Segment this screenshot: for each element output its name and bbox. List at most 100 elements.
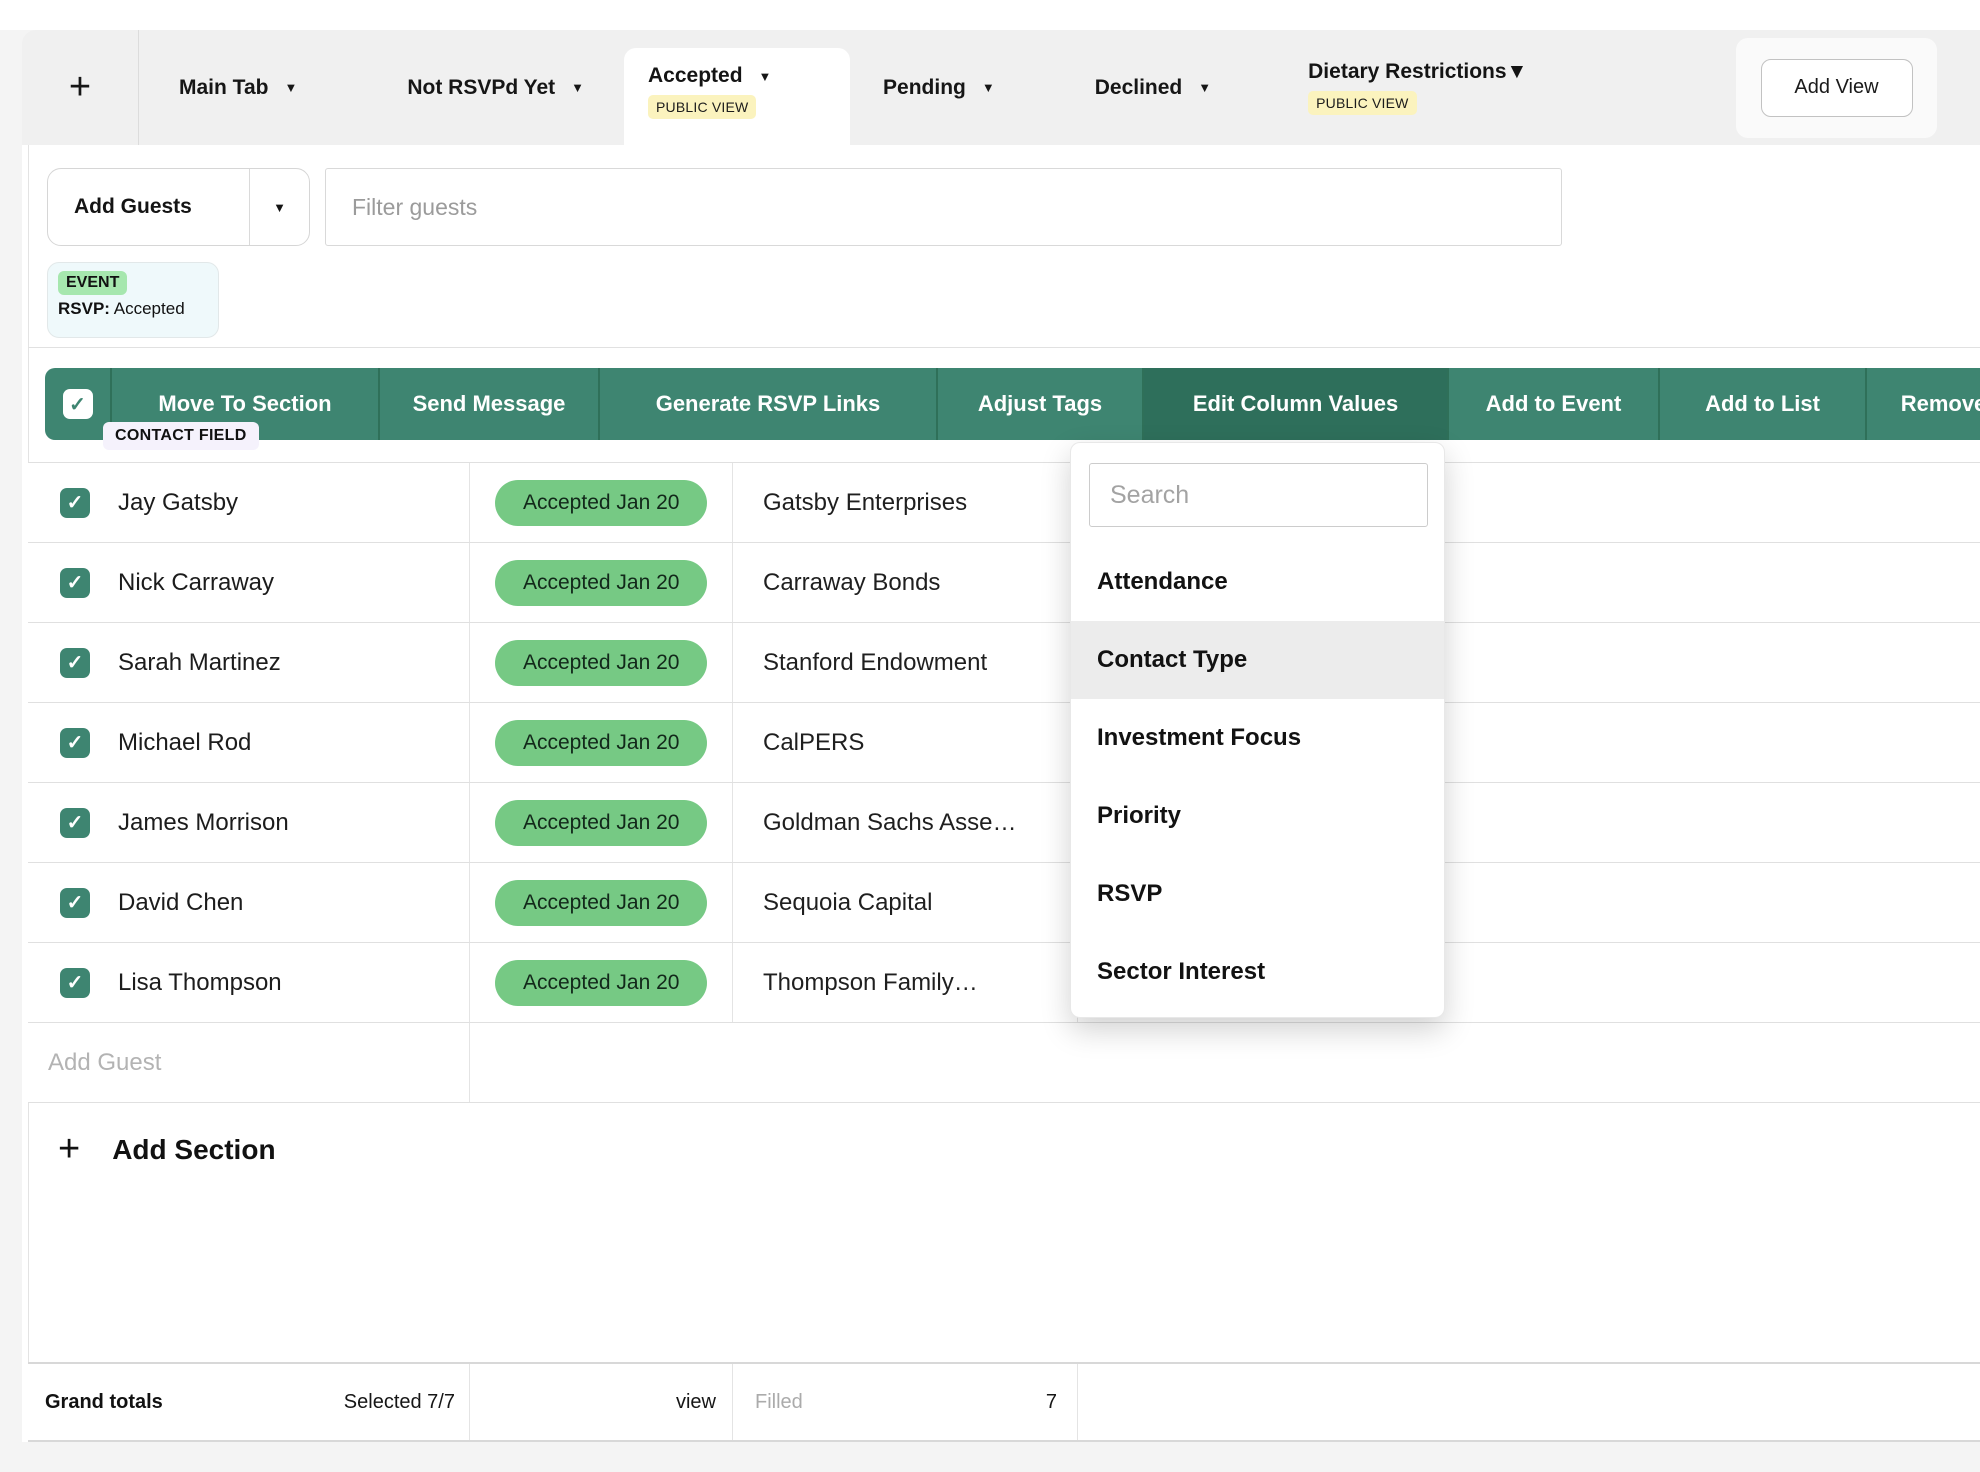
chevron-down-icon: ▼ (759, 69, 772, 84)
public-view-badge: PUBLIC VIEW (1308, 91, 1416, 115)
rsvp-cell[interactable]: Accepted Jan 20 (470, 623, 733, 702)
send-message-button[interactable]: Send Message (380, 368, 600, 440)
grand-totals-row: Grand totals Selected 7/7 view Filled 7 (28, 1362, 1980, 1442)
check-icon: ✓ (67, 810, 84, 835)
guest-name: David Chen (118, 889, 243, 917)
selected-count: Selected 7/7 (344, 1391, 455, 1414)
row-checkbox[interactable]: ✓ (60, 488, 90, 518)
rsvp-cell[interactable]: Accepted Jan 20 (470, 543, 733, 622)
company-cell[interactable]: Carraway Bonds (733, 543, 1078, 622)
rsvp-status-pill[interactable]: Accepted Jan 20 (495, 880, 707, 926)
chevron-down-icon: ▼ (1198, 80, 1211, 95)
adjust-tags-button[interactable]: Adjust Tags (938, 368, 1144, 440)
tab-pending[interactable]: Pending ▼ (883, 76, 995, 100)
company-cell[interactable]: CalPERS (733, 703, 1078, 782)
check-icon: ✓ (67, 490, 84, 515)
tab-dietary-restrictions[interactable]: Dietary Restrictions ▼ PUBLIC VIEW (1308, 60, 1527, 115)
table-row: ✓ James Morrison Accepted Jan 20 Goldman… (28, 783, 1980, 863)
guest-name: James Morrison (118, 809, 289, 837)
company-name: Carraway Bonds (763, 569, 940, 597)
row-checkbox[interactable]: ✓ (60, 968, 90, 998)
menu-item-rsvp[interactable]: RSVP (1071, 855, 1444, 933)
remove-button[interactable]: Remove (1867, 368, 1980, 440)
company-cell[interactable]: Stanford Endowment (733, 623, 1078, 702)
chevron-down-icon: ▼ (982, 80, 995, 95)
grand-totals-label: Grand totals (45, 1391, 163, 1414)
select-all-cell: ✓ (45, 368, 112, 440)
add-guests-split-button: Add Guests ▼ (47, 168, 310, 246)
add-guest-input[interactable]: Add Guest (28, 1023, 470, 1102)
generate-rsvp-links-button[interactable]: Generate RSVP Links (600, 368, 938, 440)
company-cell[interactable]: Sequoia Capital (733, 863, 1078, 942)
rsvp-filter-chip[interactable]: EVENT RSVP: Accepted (47, 262, 219, 338)
menu-item-attendance[interactable]: Attendance (1071, 543, 1444, 621)
plus-icon: + (58, 1128, 80, 1171)
add-to-list-button[interactable]: Add to List (1660, 368, 1867, 440)
select-all-checkbox[interactable]: ✓ (63, 389, 93, 419)
tab-label: Not RSVPd Yet (407, 76, 555, 100)
view-link[interactable]: view (676, 1391, 716, 1414)
name-cell[interactable]: ✓ Michael Rod (28, 703, 470, 782)
row-checkbox[interactable]: ✓ (60, 728, 90, 758)
company-cell[interactable]: Gatsby Enterprises (733, 463, 1078, 542)
chevron-down-icon: ▼ (1507, 60, 1528, 84)
menu-item-investment-focus[interactable]: Investment Focus (1071, 699, 1444, 777)
name-cell[interactable]: ✓ David Chen (28, 863, 470, 942)
tab-declined[interactable]: Declined ▼ (1095, 76, 1211, 100)
rsvp-status-pill[interactable]: Accepted Jan 20 (495, 960, 707, 1006)
rsvp-status-pill[interactable]: Accepted Jan 20 (495, 800, 707, 846)
name-cell[interactable]: ✓ Nick Carraway (28, 543, 470, 622)
filled-label: Filled (755, 1391, 803, 1414)
name-cell[interactable]: ✓ Sarah Martinez (28, 623, 470, 702)
rsvp-cell[interactable]: Accepted Jan 20 (470, 943, 733, 1022)
tab-main-tab[interactable]: Main Tab ▼ (179, 76, 297, 100)
row-checkbox[interactable]: ✓ (60, 568, 90, 598)
empty-cell (470, 1023, 1980, 1102)
rsvp-status-pill[interactable]: Accepted Jan 20 (495, 560, 707, 606)
rsvp-cell[interactable]: Accepted Jan 20 (470, 703, 733, 782)
menu-item-priority[interactable]: Priority (1071, 777, 1444, 855)
tab-label: Main Tab (179, 76, 268, 100)
totals-name-cell: Grand totals Selected 7/7 (28, 1364, 470, 1440)
column-search-input[interactable] (1089, 463, 1428, 527)
row-checkbox[interactable]: ✓ (60, 648, 90, 678)
edit-column-values-button[interactable]: Edit Column Values (1144, 368, 1449, 440)
check-icon: ✓ (67, 650, 84, 675)
row-checkbox[interactable]: ✓ (60, 808, 90, 838)
add-section-button[interactable]: + Add Section (58, 1128, 276, 1171)
menu-item-sector-interest[interactable]: Sector Interest (1071, 933, 1444, 1011)
add-guests-dropdown-button[interactable]: ▼ (249, 169, 309, 245)
rsvp-cell[interactable]: Accepted Jan 20 (470, 783, 733, 862)
name-cell[interactable]: ✓ Jay Gatsby (28, 463, 470, 542)
rsvp-cell[interactable]: Accepted Jan 20 (470, 463, 733, 542)
add-view-container: Add View (1736, 38, 1937, 138)
rsvp-status-pill[interactable]: Accepted Jan 20 (495, 720, 707, 766)
add-to-event-button[interactable]: Add to Event (1449, 368, 1660, 440)
company-name: CalPERS (763, 729, 864, 757)
totals-rsvp-cell[interactable]: view (470, 1364, 733, 1440)
table-row: ✓ Sarah Martinez Accepted Jan 20 Stanfor… (28, 623, 1980, 703)
add-section-label: Add Section (112, 1134, 275, 1166)
rsvp-cell[interactable]: Accepted Jan 20 (470, 863, 733, 942)
add-tab-button[interactable]: + (22, 30, 139, 145)
rsvp-status-pill[interactable]: Accepted Jan 20 (495, 480, 707, 526)
totals-company-cell[interactable]: Filled 7 (733, 1364, 1078, 1440)
check-icon: ✓ (69, 392, 86, 417)
company-name: Thompson Family… (763, 969, 978, 997)
public-view-badge: PUBLIC VIEW (648, 95, 756, 119)
add-guests-button[interactable]: Add Guests (48, 169, 249, 245)
name-cell[interactable]: ✓ Lisa Thompson (28, 943, 470, 1022)
company-name: Stanford Endowment (763, 649, 987, 677)
row-checkbox[interactable]: ✓ (60, 888, 90, 918)
tab-not-rsvpd-yet[interactable]: Not RSVPd Yet ▼ (407, 76, 584, 100)
add-view-button[interactable]: Add View (1761, 59, 1913, 117)
rsvp-status-pill[interactable]: Accepted Jan 20 (495, 640, 707, 686)
company-cell[interactable]: Thompson Family… (733, 943, 1078, 1022)
company-cell[interactable]: Goldman Sachs Asse… (733, 783, 1078, 862)
add-guest-row: Add Guest (28, 1023, 1980, 1103)
filter-guests-input[interactable] (325, 168, 1562, 246)
menu-item-contact-type[interactable]: Contact Type (1071, 621, 1444, 699)
name-cell[interactable]: ✓ James Morrison (28, 783, 470, 862)
tab-accepted-selected[interactable]: Accepted ▼ PUBLIC VIEW (624, 48, 850, 145)
chevron-down-icon: ▼ (273, 200, 286, 215)
